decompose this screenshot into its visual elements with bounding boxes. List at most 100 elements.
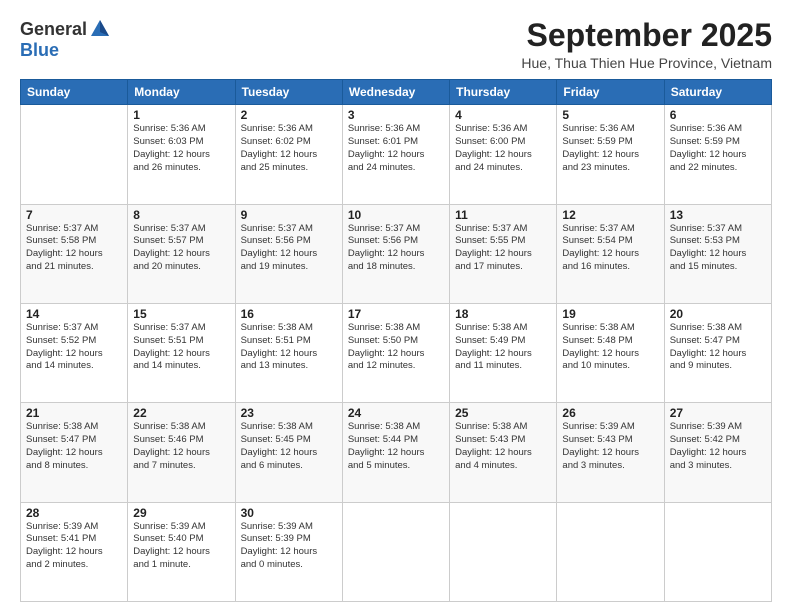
day-number: 2 — [241, 108, 337, 122]
day-info: Sunrise: 5:38 AM Sunset: 5:44 PM Dayligh… — [348, 421, 444, 472]
day-info: Sunrise: 5:36 AM Sunset: 6:02 PM Dayligh… — [241, 123, 337, 174]
day-info: Sunrise: 5:38 AM Sunset: 5:43 PM Dayligh… — [455, 421, 551, 472]
calendar-cell: 11Sunrise: 5:37 AM Sunset: 5:55 PM Dayli… — [450, 204, 557, 303]
calendar-cell: 10Sunrise: 5:37 AM Sunset: 5:56 PM Dayli… — [342, 204, 449, 303]
weekday-header-thursday: Thursday — [450, 80, 557, 105]
weekday-header-row: SundayMondayTuesdayWednesdayThursdayFrid… — [21, 80, 772, 105]
day-number: 30 — [241, 506, 337, 520]
day-number: 23 — [241, 406, 337, 420]
day-info: Sunrise: 5:36 AM Sunset: 6:03 PM Dayligh… — [133, 123, 229, 174]
calendar-cell: 22Sunrise: 5:38 AM Sunset: 5:46 PM Dayli… — [128, 403, 235, 502]
calendar-table: SundayMondayTuesdayWednesdayThursdayFrid… — [20, 79, 772, 602]
logo-general-text: General — [20, 19, 87, 40]
day-info: Sunrise: 5:39 AM Sunset: 5:41 PM Dayligh… — [26, 521, 122, 572]
day-number: 7 — [26, 208, 122, 222]
day-info: Sunrise: 5:36 AM Sunset: 6:01 PM Dayligh… — [348, 123, 444, 174]
calendar-cell: 17Sunrise: 5:38 AM Sunset: 5:50 PM Dayli… — [342, 303, 449, 402]
day-number: 28 — [26, 506, 122, 520]
calendar-cell: 14Sunrise: 5:37 AM Sunset: 5:52 PM Dayli… — [21, 303, 128, 402]
logo: General Blue — [20, 18, 111, 61]
day-info: Sunrise: 5:37 AM Sunset: 5:57 PM Dayligh… — [133, 223, 229, 274]
day-number: 16 — [241, 307, 337, 321]
day-number: 24 — [348, 406, 444, 420]
day-info: Sunrise: 5:37 AM Sunset: 5:52 PM Dayligh… — [26, 322, 122, 373]
weekday-header-wednesday: Wednesday — [342, 80, 449, 105]
day-number: 8 — [133, 208, 229, 222]
calendar-cell: 19Sunrise: 5:38 AM Sunset: 5:48 PM Dayli… — [557, 303, 664, 402]
day-number: 9 — [241, 208, 337, 222]
calendar-cell: 7Sunrise: 5:37 AM Sunset: 5:58 PM Daylig… — [21, 204, 128, 303]
day-info: Sunrise: 5:36 AM Sunset: 6:00 PM Dayligh… — [455, 123, 551, 174]
day-number: 25 — [455, 406, 551, 420]
calendar-cell — [664, 502, 771, 601]
day-info: Sunrise: 5:39 AM Sunset: 5:39 PM Dayligh… — [241, 521, 337, 572]
title-section: September 2025 Hue, Thua Thien Hue Provi… — [521, 18, 772, 71]
calendar-cell: 13Sunrise: 5:37 AM Sunset: 5:53 PM Dayli… — [664, 204, 771, 303]
day-number: 20 — [670, 307, 766, 321]
calendar-week-3: 14Sunrise: 5:37 AM Sunset: 5:52 PM Dayli… — [21, 303, 772, 402]
calendar-cell: 20Sunrise: 5:38 AM Sunset: 5:47 PM Dayli… — [664, 303, 771, 402]
day-info: Sunrise: 5:38 AM Sunset: 5:46 PM Dayligh… — [133, 421, 229, 472]
weekday-header-tuesday: Tuesday — [235, 80, 342, 105]
day-info: Sunrise: 5:37 AM Sunset: 5:55 PM Dayligh… — [455, 223, 551, 274]
calendar-cell: 9Sunrise: 5:37 AM Sunset: 5:56 PM Daylig… — [235, 204, 342, 303]
day-info: Sunrise: 5:38 AM Sunset: 5:50 PM Dayligh… — [348, 322, 444, 373]
day-number: 6 — [670, 108, 766, 122]
logo-icon — [89, 18, 111, 40]
day-info: Sunrise: 5:38 AM Sunset: 5:47 PM Dayligh… — [26, 421, 122, 472]
calendar-cell — [450, 502, 557, 601]
day-number: 29 — [133, 506, 229, 520]
calendar-cell: 26Sunrise: 5:39 AM Sunset: 5:43 PM Dayli… — [557, 403, 664, 502]
day-info: Sunrise: 5:37 AM Sunset: 5:56 PM Dayligh… — [241, 223, 337, 274]
calendar-cell — [557, 502, 664, 601]
calendar-week-1: 1Sunrise: 5:36 AM Sunset: 6:03 PM Daylig… — [21, 105, 772, 204]
header: General Blue September 2025 Hue, Thua Th… — [20, 18, 772, 71]
day-info: Sunrise: 5:37 AM Sunset: 5:53 PM Dayligh… — [670, 223, 766, 274]
day-number: 13 — [670, 208, 766, 222]
day-number: 17 — [348, 307, 444, 321]
day-number: 4 — [455, 108, 551, 122]
calendar-cell: 18Sunrise: 5:38 AM Sunset: 5:49 PM Dayli… — [450, 303, 557, 402]
calendar-week-5: 28Sunrise: 5:39 AM Sunset: 5:41 PM Dayli… — [21, 502, 772, 601]
calendar-cell: 28Sunrise: 5:39 AM Sunset: 5:41 PM Dayli… — [21, 502, 128, 601]
calendar-cell: 25Sunrise: 5:38 AM Sunset: 5:43 PM Dayli… — [450, 403, 557, 502]
calendar-cell: 15Sunrise: 5:37 AM Sunset: 5:51 PM Dayli… — [128, 303, 235, 402]
day-info: Sunrise: 5:39 AM Sunset: 5:43 PM Dayligh… — [562, 421, 658, 472]
day-number: 22 — [133, 406, 229, 420]
calendar-cell: 4Sunrise: 5:36 AM Sunset: 6:00 PM Daylig… — [450, 105, 557, 204]
calendar-cell: 3Sunrise: 5:36 AM Sunset: 6:01 PM Daylig… — [342, 105, 449, 204]
day-info: Sunrise: 5:37 AM Sunset: 5:58 PM Dayligh… — [26, 223, 122, 274]
subtitle: Hue, Thua Thien Hue Province, Vietnam — [521, 55, 772, 71]
day-number: 26 — [562, 406, 658, 420]
calendar-cell: 2Sunrise: 5:36 AM Sunset: 6:02 PM Daylig… — [235, 105, 342, 204]
day-info: Sunrise: 5:38 AM Sunset: 5:48 PM Dayligh… — [562, 322, 658, 373]
calendar-cell: 27Sunrise: 5:39 AM Sunset: 5:42 PM Dayli… — [664, 403, 771, 502]
day-info: Sunrise: 5:39 AM Sunset: 5:42 PM Dayligh… — [670, 421, 766, 472]
day-number: 14 — [26, 307, 122, 321]
calendar-cell: 6Sunrise: 5:36 AM Sunset: 5:59 PM Daylig… — [664, 105, 771, 204]
calendar-cell — [342, 502, 449, 601]
day-number: 1 — [133, 108, 229, 122]
calendar-cell: 8Sunrise: 5:37 AM Sunset: 5:57 PM Daylig… — [128, 204, 235, 303]
calendar-week-4: 21Sunrise: 5:38 AM Sunset: 5:47 PM Dayli… — [21, 403, 772, 502]
day-info: Sunrise: 5:37 AM Sunset: 5:54 PM Dayligh… — [562, 223, 658, 274]
calendar-cell: 30Sunrise: 5:39 AM Sunset: 5:39 PM Dayli… — [235, 502, 342, 601]
calendar-cell: 16Sunrise: 5:38 AM Sunset: 5:51 PM Dayli… — [235, 303, 342, 402]
day-info: Sunrise: 5:38 AM Sunset: 5:47 PM Dayligh… — [670, 322, 766, 373]
weekday-header-sunday: Sunday — [21, 80, 128, 105]
day-number: 10 — [348, 208, 444, 222]
day-info: Sunrise: 5:39 AM Sunset: 5:40 PM Dayligh… — [133, 521, 229, 572]
day-info: Sunrise: 5:36 AM Sunset: 5:59 PM Dayligh… — [670, 123, 766, 174]
day-info: Sunrise: 5:38 AM Sunset: 5:49 PM Dayligh… — [455, 322, 551, 373]
weekday-header-monday: Monday — [128, 80, 235, 105]
day-number: 19 — [562, 307, 658, 321]
weekday-header-friday: Friday — [557, 80, 664, 105]
day-number: 21 — [26, 406, 122, 420]
day-number: 3 — [348, 108, 444, 122]
calendar-cell: 5Sunrise: 5:36 AM Sunset: 5:59 PM Daylig… — [557, 105, 664, 204]
month-title: September 2025 — [521, 18, 772, 53]
calendar-cell: 23Sunrise: 5:38 AM Sunset: 5:45 PM Dayli… — [235, 403, 342, 502]
day-number: 12 — [562, 208, 658, 222]
calendar-cell: 24Sunrise: 5:38 AM Sunset: 5:44 PM Dayli… — [342, 403, 449, 502]
calendar-week-2: 7Sunrise: 5:37 AM Sunset: 5:58 PM Daylig… — [21, 204, 772, 303]
